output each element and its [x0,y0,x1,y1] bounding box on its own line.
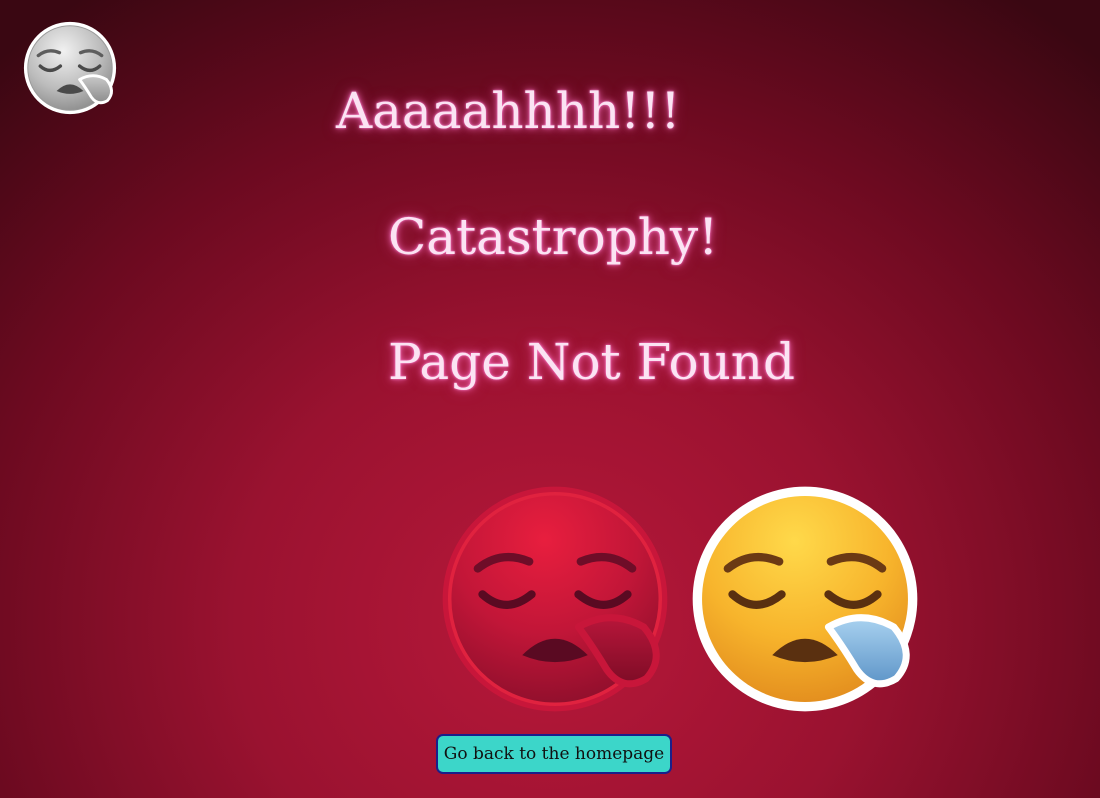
sleepy-face-red-icon [442,486,668,712]
heading-aaaaahhhh: Aaaaahhhh!!! [336,82,681,140]
heading-page-not-found: Page Not Found [388,333,796,391]
heading-catastrophy: Catastrophy! [388,208,719,266]
sleepy-face-grey-icon [23,21,117,115]
sleepy-face-yellow-icon [692,486,918,712]
go-back-to-homepage-button[interactable]: Go back to the homepage [436,734,672,774]
